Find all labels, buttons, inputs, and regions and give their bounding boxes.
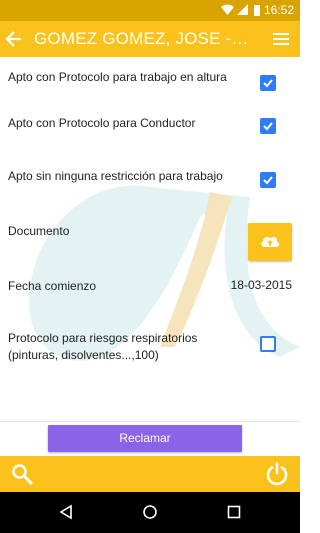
form-content: Apto con Protocolo para trabajo en altur… bbox=[0, 57, 300, 421]
signal-icon bbox=[237, 4, 248, 15]
reclamar-button[interactable]: Reclamar bbox=[48, 425, 242, 452]
status-time: 16:52 bbox=[263, 3, 294, 17]
checkmark-icon bbox=[263, 122, 273, 131]
checkbox-apto-sin-restriccion[interactable] bbox=[260, 172, 276, 188]
label-apto-sin-restriccion: Apto sin ninguna restricción para trabaj… bbox=[8, 169, 223, 183]
row-protocolo-respiratorios: Protocolo para riesgos respiratorios (pi… bbox=[8, 330, 292, 366]
label-documento: Documento bbox=[8, 224, 70, 238]
hamburger-menu-icon[interactable] bbox=[272, 30, 290, 48]
row-fecha-comienzo: Fecha comienzo 18-03-2015 bbox=[8, 278, 292, 298]
checkmark-icon bbox=[263, 176, 273, 185]
row-apto-altura: Apto con Protocolo para trabajo en altur… bbox=[8, 69, 292, 105]
power-icon[interactable] bbox=[264, 461, 290, 487]
label-apto-altura: Apto con Protocolo para trabajo en altur… bbox=[8, 70, 227, 84]
app-bar: GOMEZ GOMEZ, JOSE - C... bbox=[0, 21, 300, 57]
nav-recents-icon[interactable] bbox=[226, 504, 242, 520]
value-fecha-comienzo: 18-03-2015 bbox=[230, 278, 292, 292]
checkbox-apto-altura[interactable] bbox=[260, 75, 276, 91]
checkbox-apto-conductor[interactable] bbox=[260, 118, 276, 134]
checkmark-icon bbox=[263, 79, 273, 88]
footer: Reclamar bbox=[0, 422, 300, 456]
nav-home-icon[interactable] bbox=[142, 504, 158, 520]
cloud-upload-icon bbox=[261, 236, 280, 247]
label-fecha-comienzo: Fecha comienzo bbox=[8, 279, 97, 293]
checkbox-protocolo-respiratorios[interactable] bbox=[260, 336, 276, 352]
label-apto-conductor: Apto con Protocolo para Conductor bbox=[8, 116, 196, 130]
android-nav-bar bbox=[0, 492, 300, 533]
back-arrow-icon[interactable] bbox=[4, 27, 24, 51]
row-apto-conductor: Apto con Protocolo para Conductor bbox=[8, 115, 292, 139]
label-protocolo-respiratorios: Protocolo para riesgos respiratorios (pi… bbox=[8, 331, 198, 362]
wifi-icon bbox=[221, 4, 234, 15]
bottom-bar bbox=[0, 456, 300, 492]
search-icon[interactable] bbox=[11, 463, 33, 485]
nav-back-icon[interactable] bbox=[58, 504, 74, 520]
row-apto-sin-restriccion: Apto sin ninguna restricción para trabaj… bbox=[8, 168, 292, 204]
row-documento: Documento bbox=[8, 223, 292, 263]
battery-icon bbox=[254, 5, 260, 16]
status-bar: 16:52 bbox=[0, 0, 300, 21]
page-title: GOMEZ GOMEZ, JOSE - C... bbox=[34, 29, 252, 48]
upload-document-button[interactable] bbox=[248, 223, 292, 261]
